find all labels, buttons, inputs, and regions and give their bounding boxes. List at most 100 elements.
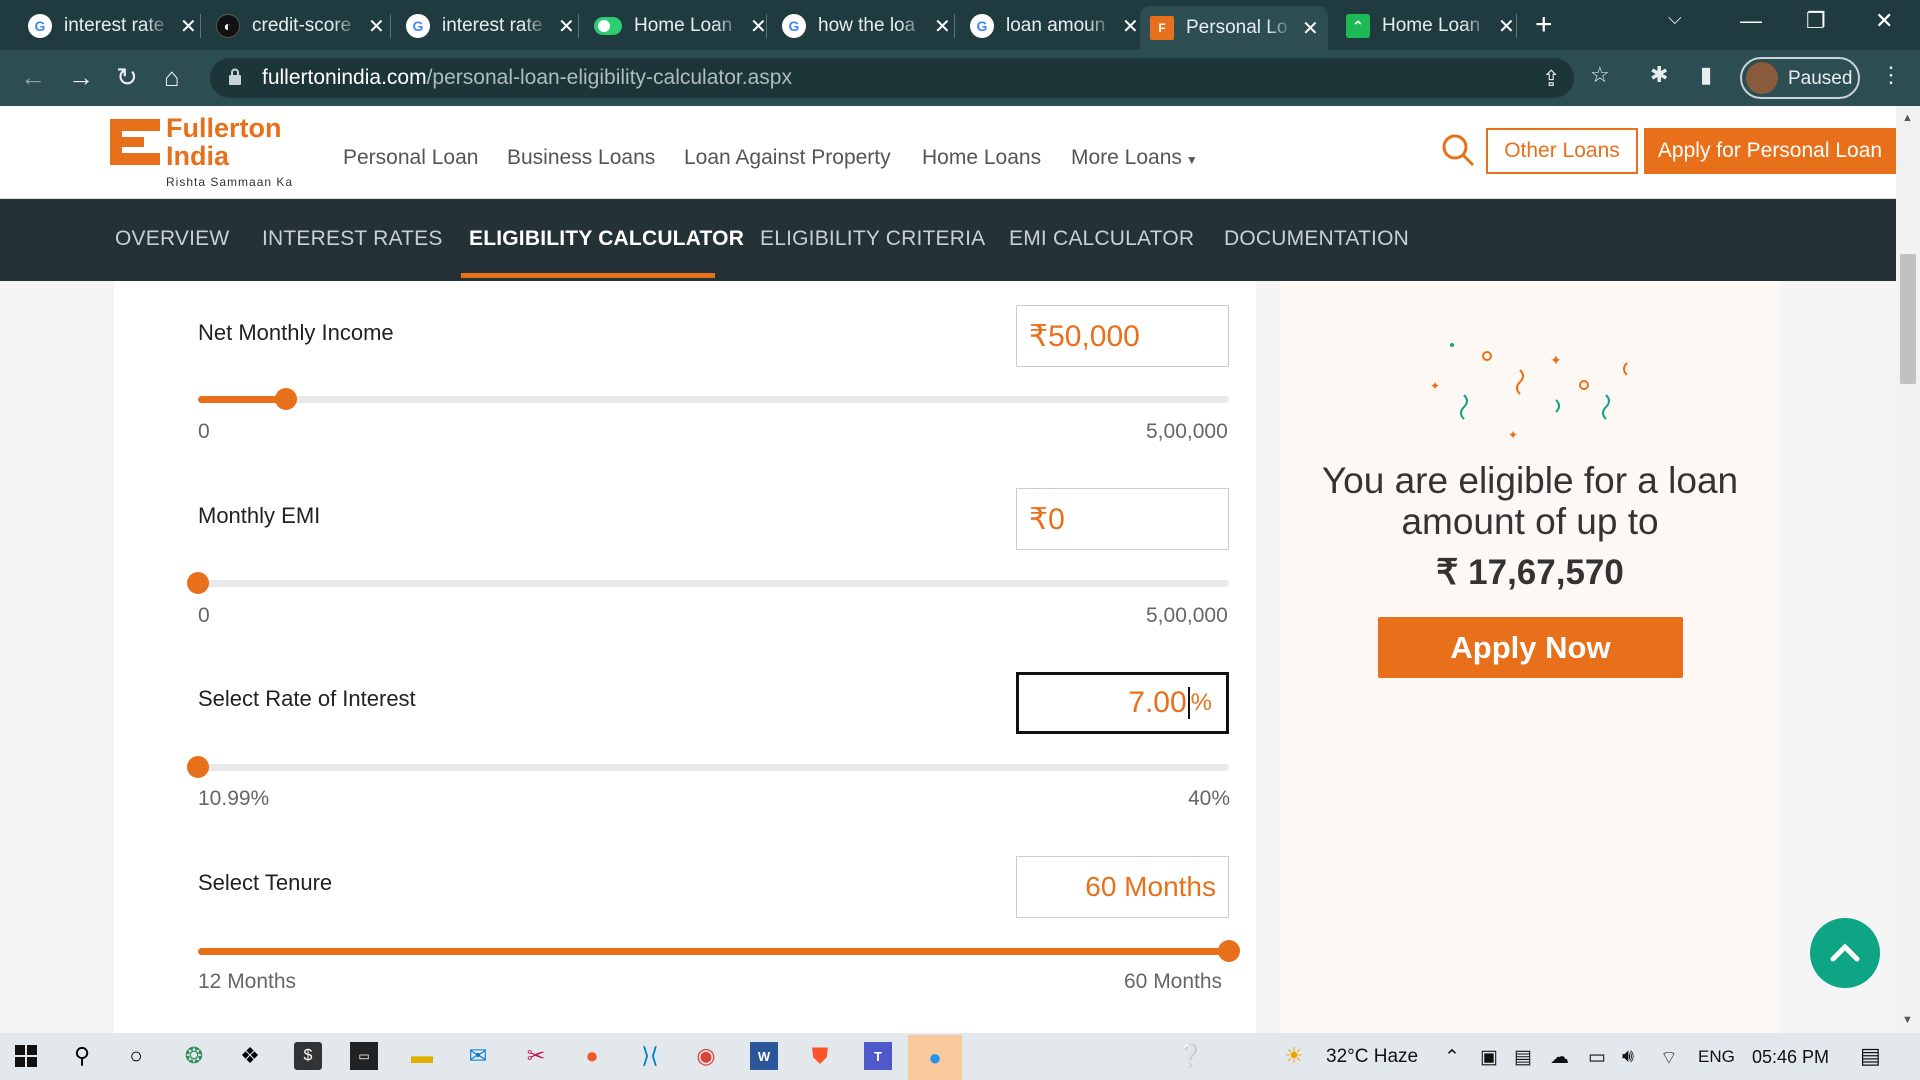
search-icon[interactable]: ⚲: [68, 1042, 96, 1070]
word-icon[interactable]: W: [750, 1042, 778, 1070]
scroll-to-top-button[interactable]: [1810, 918, 1880, 988]
restore-icon[interactable]: ❐: [1806, 8, 1826, 34]
windows-taskbar: ⚲ ○ ❂ ❖ $ ▭ ▬ ✉ ✂ ● ⟩⟨ ◉ W ⛊ T ● ❔ ☀ 32°…: [0, 1033, 1920, 1080]
windows-start-icon[interactable]: [12, 1042, 40, 1070]
cortana-icon[interactable]: ○: [122, 1042, 150, 1070]
language-indicator[interactable]: ENG: [1698, 1047, 1735, 1067]
apply-now-button[interactable]: Apply Now: [1378, 617, 1683, 678]
chrome-icon[interactable]: ◉: [692, 1042, 720, 1070]
app-icon[interactable]: $: [294, 1042, 322, 1070]
close-icon[interactable]: ✕: [180, 14, 197, 39]
reload-icon[interactable]: ↻: [116, 62, 138, 93]
close-icon[interactable]: ✕: [1122, 14, 1139, 39]
close-icon[interactable]: ✕: [368, 14, 385, 39]
tab[interactable]: G interest rate ✕: [18, 6, 197, 46]
tab[interactable]: Home Loan ✕: [584, 6, 767, 46]
tab[interactable]: ⌃ Home Loan ✕: [1336, 6, 1515, 46]
address-bar[interactable]: fullertonindia.com/personal-loan-eligibi…: [210, 58, 1574, 98]
nav-loan-against-property[interactable]: Loan Against Property: [684, 146, 891, 170]
dropbox-icon[interactable]: ❖: [236, 1042, 264, 1070]
bookmark-star-icon[interactable]: ☆: [1590, 62, 1610, 88]
apply-personal-loan-button[interactable]: Apply for Personal Loan: [1644, 128, 1896, 174]
terminal-icon[interactable]: ▭: [350, 1042, 378, 1070]
battery-icon[interactable]: ▭: [1588, 1046, 1606, 1069]
teams-icon[interactable]: T: [864, 1042, 892, 1070]
emi-input[interactable]: ₹0: [1016, 488, 1229, 550]
snipping-tool-icon[interactable]: ✂: [522, 1042, 550, 1070]
slider-handle[interactable]: [1218, 940, 1240, 962]
meet-icon[interactable]: ▣: [1480, 1046, 1498, 1069]
app-icon[interactable]: ❂: [180, 1042, 208, 1070]
help-icon[interactable]: ❔: [1176, 1042, 1204, 1070]
vscode-icon[interactable]: ⟩⟨: [636, 1042, 664, 1070]
emi-slider[interactable]: [187, 572, 1229, 594]
logo-name[interactable]: Fullerton India: [166, 114, 282, 170]
forward-icon[interactable]: →: [68, 62, 94, 93]
rate-slider[interactable]: [187, 756, 1229, 778]
minimize-icon[interactable]: —: [1740, 8, 1762, 34]
weather-text[interactable]: 32°C Haze: [1326, 1046, 1418, 1068]
brave-icon[interactable]: ⛊: [806, 1042, 834, 1070]
file-explorer-icon[interactable]: ▬: [408, 1042, 436, 1070]
search-icon[interactable]: [1440, 132, 1476, 168]
income-slider[interactable]: [198, 388, 1229, 410]
nav-more-loans[interactable]: More Loans ▼: [1071, 146, 1198, 170]
slider-handle[interactable]: [187, 756, 209, 778]
slider-handle[interactable]: [274, 388, 297, 410]
nav-personal-loan[interactable]: Personal Loan: [343, 146, 478, 170]
tab-emi-calculator[interactable]: EMI CALCULATOR: [1009, 227, 1194, 251]
menu-kebab-icon[interactable]: ⋮: [1880, 62, 1902, 88]
close-icon[interactable]: ✕: [750, 14, 767, 39]
tenure-label: Select Tenure: [198, 870, 333, 895]
scroll-up-icon[interactable]: ▲: [1902, 112, 1913, 124]
mail-icon[interactable]: ✉: [464, 1042, 492, 1070]
close-icon[interactable]: ✕: [1498, 14, 1515, 39]
fullerton-logo-icon[interactable]: [110, 119, 160, 165]
scroll-down-icon[interactable]: ▼: [1902, 1014, 1913, 1026]
tab-active[interactable]: F Personal Lo ✕: [1140, 6, 1328, 50]
app-icon[interactable]: ●: [578, 1042, 606, 1070]
nav-home-loans[interactable]: Home Loans: [922, 146, 1041, 170]
other-loans-button[interactable]: Other Loans: [1486, 128, 1638, 174]
tab-search-icon[interactable]: ⌵: [1668, 8, 1682, 29]
close-icon[interactable]: ✕: [934, 14, 951, 39]
tab[interactable]: G how the loa ✕: [772, 6, 951, 46]
side-panel-icon[interactable]: ▮: [1700, 62, 1712, 88]
extensions-icon[interactable]: ✱: [1650, 62, 1668, 88]
income-input[interactable]: ₹50,000: [1016, 305, 1229, 367]
close-icon[interactable]: ✕: [1302, 16, 1319, 41]
new-tab-icon[interactable]: +: [1535, 8, 1553, 42]
close-icon[interactable]: ✕: [558, 14, 575, 39]
wifi-icon[interactable]: ⌔: [1660, 1046, 1678, 1070]
window-close-icon[interactable]: ✕: [1875, 8, 1893, 34]
tab-eligibility-criteria[interactable]: ELIGIBILITY CRITERIA: [760, 227, 985, 251]
back-icon[interactable]: ←: [20, 62, 46, 93]
scrollbar-thumb[interactable]: [1900, 254, 1916, 384]
rate-input[interactable]: 7.00%: [1016, 672, 1229, 734]
tab-interest-rates[interactable]: INTEREST RATES: [262, 227, 443, 251]
tab[interactable]: G interest rate ✕: [396, 6, 575, 46]
share-icon[interactable]: ⇪: [1542, 66, 1560, 92]
slider-handle[interactable]: [187, 572, 209, 594]
tab[interactable]: G loan amoun ✕: [960, 6, 1139, 46]
volume-icon[interactable]: 🔊︎: [1622, 1046, 1634, 1068]
app-icon-active[interactable]: ●: [908, 1035, 962, 1080]
onedrive-icon[interactable]: ☁: [1550, 1046, 1569, 1069]
nav-business-loans[interactable]: Business Loans: [507, 146, 655, 170]
tab-documentation[interactable]: DOCUMENTATION: [1224, 227, 1409, 251]
home-icon[interactable]: ⌂: [164, 62, 180, 93]
tenure-input[interactable]: 60 Months: [1016, 856, 1229, 918]
notification-icon[interactable]: ▤: [1860, 1043, 1881, 1069]
profile-button[interactable]: Paused: [1740, 57, 1860, 99]
tenure-slider[interactable]: [198, 940, 1240, 962]
rate-label: Select Rate of Interest: [198, 686, 416, 711]
tab-eligibility-calculator[interactable]: ELIGIBILITY CALCULATOR: [469, 227, 744, 251]
tab[interactable]: ◐ credit-score ✕: [206, 6, 385, 46]
chevron-up-icon: [1830, 943, 1860, 962]
chevron-up-icon[interactable]: ⌃: [1444, 1046, 1460, 1069]
chart-icon: ⌃: [1346, 14, 1370, 38]
clock[interactable]: 05:46 PM: [1752, 1047, 1829, 1068]
app-tray-icon[interactable]: ▤: [1514, 1046, 1532, 1069]
page-scrollbar[interactable]: ▲ ▼: [1896, 106, 1920, 1033]
tab-overview[interactable]: OVERVIEW: [115, 227, 229, 251]
